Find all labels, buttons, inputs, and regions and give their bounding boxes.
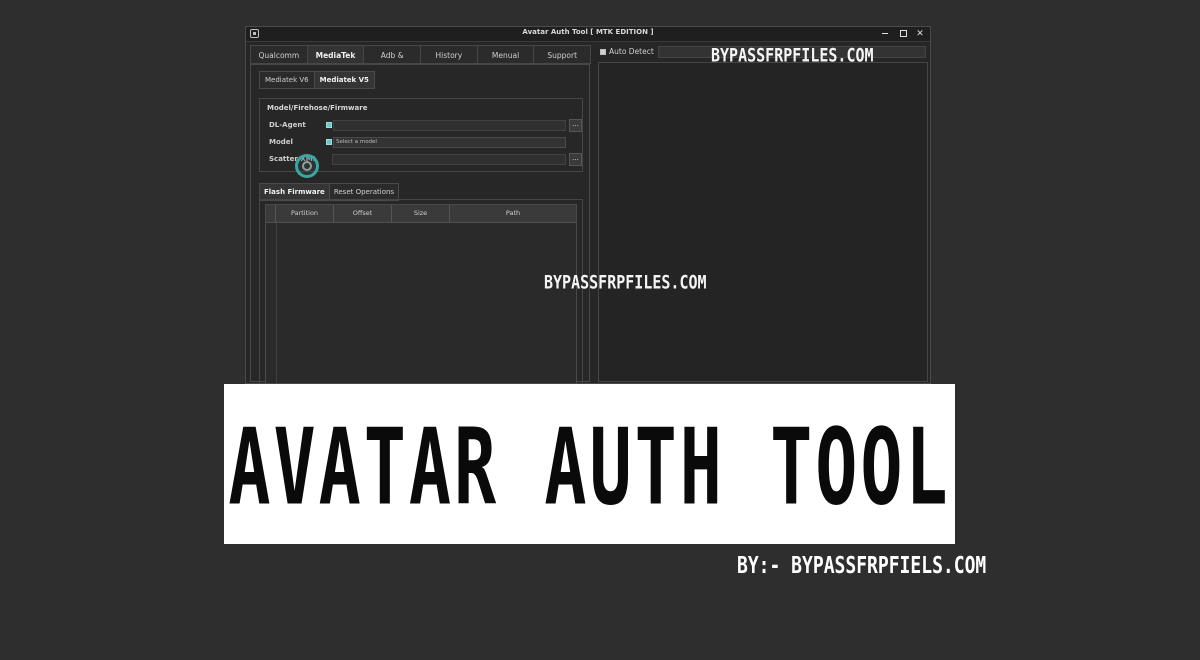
auto-detect-checkbox[interactable]: Auto Detect [600, 47, 654, 56]
dl-agent-checkbox[interactable] [326, 122, 332, 128]
dl-agent-row: DL-Agent ... [269, 119, 582, 132]
scatter-browse-button[interactable]: ... [569, 153, 582, 166]
banner-title: AVATAR AUTH TOOL [228, 406, 951, 529]
tab-history[interactable]: History [420, 45, 478, 64]
tab-mediatek-v6[interactable]: Mediatek V6 [259, 71, 315, 89]
watermark-center: BYPASSFRPFILES.COM [544, 271, 707, 294]
dl-agent-browse-button[interactable]: ... [569, 119, 582, 132]
model-label: Model [269, 138, 293, 146]
tab-mediatek[interactable]: MediaTek [306, 45, 365, 64]
header-partition[interactable]: Partition [276, 205, 334, 222]
byline-text: BY:- BYPASSFRPFIELS.COM [737, 552, 987, 580]
dl-agent-input[interactable] [333, 120, 566, 131]
minimize-icon [882, 33, 888, 34]
group-title: Model/Firehose/Firmware [267, 104, 368, 112]
click-cursor-icon [295, 154, 319, 178]
maximize-button[interactable] [896, 28, 910, 40]
minimize-button[interactable] [878, 28, 892, 40]
dl-agent-label: DL-Agent [269, 121, 306, 129]
watermark-top: BYPASSFRPFILES.COM [711, 44, 874, 67]
flash-firmware-panel: Partition Offset Size Path [259, 199, 583, 383]
tab-mediatek-v5[interactable]: Mediatek V5 [313, 71, 375, 89]
right-panel: Auto Detect [598, 45, 928, 382]
table-body [266, 223, 576, 383]
app-window: Avatar Auth Tool [ MTK EDITION ] ✕ Qualc… [245, 26, 931, 384]
sub-tab-bar: Mediatek V6 Mediatek V5 [259, 71, 375, 89]
scatter-input[interactable] [332, 154, 566, 165]
model-select[interactable]: Select a model [333, 137, 566, 148]
model-checkbox[interactable] [326, 139, 332, 145]
tab-qualcomm[interactable]: Qualcomm [250, 45, 308, 64]
header-size[interactable]: Size [392, 205, 450, 222]
mediatek-tab-content: Mediatek V6 Mediatek V5 Model/Firehose/F… [250, 64, 590, 383]
title-bar[interactable]: Avatar Auth Tool [ MTK EDITION ] ✕ [246, 27, 930, 42]
model-row: Model Select a model [269, 136, 581, 149]
table-header: Partition Offset Size Path [266, 205, 576, 223]
title-banner: AVATAR AUTH TOOL [224, 384, 955, 544]
header-select-column[interactable] [266, 205, 276, 222]
header-path[interactable]: Path [450, 205, 576, 222]
tab-support[interactable]: Support [533, 45, 592, 64]
tab-adb-fastboot[interactable]: Adb & Fastboot [363, 45, 422, 79]
partition-table[interactable]: Partition Offset Size Path [265, 204, 577, 383]
left-panel: Qualcomm MediaTek Adb & Fastboot History… [250, 45, 592, 383]
auto-detect-label: Auto Detect [609, 47, 654, 56]
log-output-area[interactable] [598, 62, 928, 382]
main-tab-bar: Qualcomm MediaTek Adb & Fastboot History… [250, 45, 592, 79]
header-offset[interactable]: Offset [334, 205, 392, 222]
close-button[interactable]: ✕ [913, 28, 927, 40]
window-title: Avatar Auth Tool [ MTK EDITION ] [522, 28, 654, 36]
maximize-icon [899, 30, 907, 37]
checkbox-checked-icon [600, 49, 606, 55]
tab-menual[interactable]: Menual [476, 45, 535, 64]
select-column-divider [266, 223, 277, 383]
